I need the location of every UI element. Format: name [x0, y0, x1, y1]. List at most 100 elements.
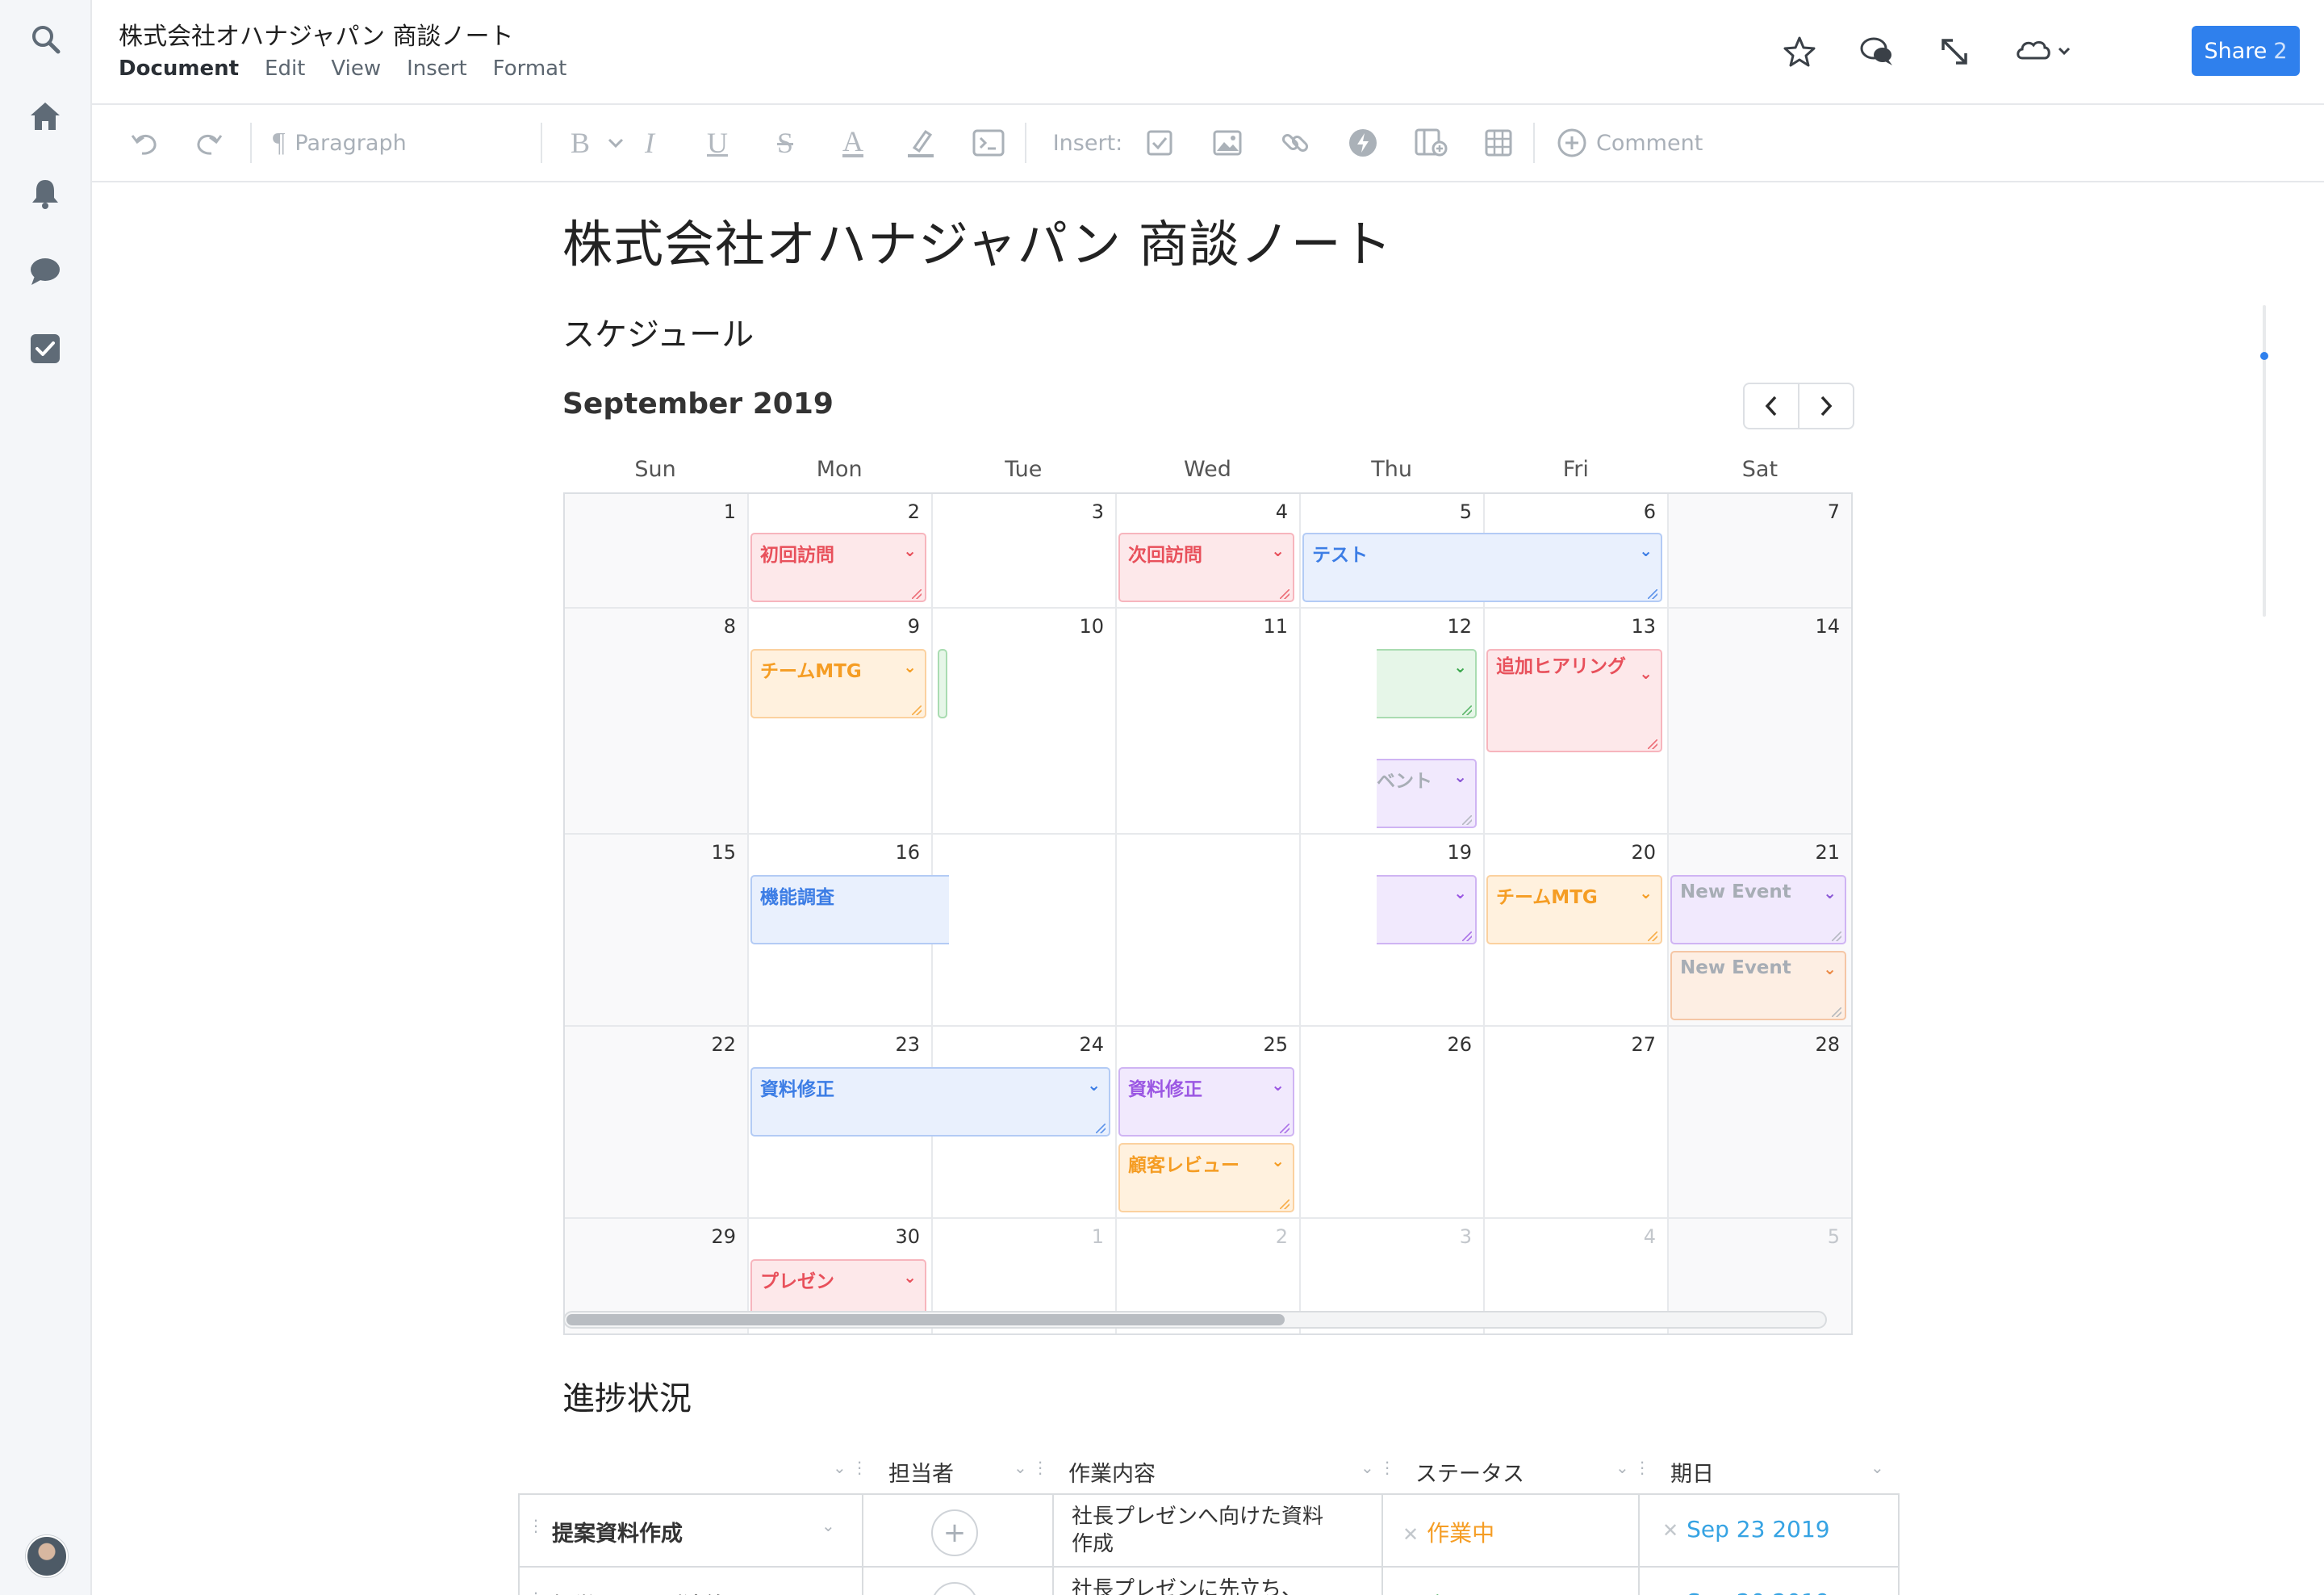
chevron-down-icon[interactable]: ⌄	[1453, 657, 1467, 676]
resize-handle[interactable]	[1462, 815, 1472, 825]
redo-icon[interactable]	[189, 123, 229, 163]
row-title[interactable]: 経営層へのご連絡	[552, 1589, 726, 1595]
calendar-day-cell[interactable]: 22	[565, 1027, 749, 1219]
calendar-event[interactable]: チームMTG ⌄	[1486, 875, 1662, 944]
calendar-event[interactable]: 追加ヒアリング ⌄	[1486, 649, 1662, 752]
star-icon[interactable]	[1777, 29, 1822, 74]
task-description[interactable]: 社長プレゼンに先立ち、	[1072, 1576, 1338, 1595]
menu-document[interactable]: Document	[119, 57, 239, 81]
search-icon[interactable]	[24, 18, 66, 60]
underline-button[interactable]: U	[697, 123, 738, 163]
calendar-day-cell[interactable]: 7	[1669, 494, 1851, 609]
menu-view[interactable]: View	[331, 57, 381, 81]
column-menu-icon[interactable]: ⌄ ⋮	[833, 1458, 867, 1477]
resize-handle[interactable]	[1280, 1199, 1289, 1209]
chevron-down-icon[interactable]: ⌄	[1271, 1151, 1285, 1170]
insert-checkbox-icon[interactable]	[1139, 123, 1180, 163]
calendar-day-cell[interactable]	[1117, 835, 1301, 1027]
text-color-button[interactable]: A	[833, 123, 873, 163]
insert-table-icon[interactable]	[1478, 123, 1519, 163]
resize-handle[interactable]	[1462, 705, 1472, 715]
due-date-cell[interactable]: ✕ Sep 23 2019	[1662, 1516, 1830, 1543]
cloud-menu-icon[interactable]	[2013, 29, 2077, 74]
task-description[interactable]: 社長プレゼンへ向けた資料作成	[1072, 1503, 1338, 1558]
calendar-horizontal-scrollbar[interactable]	[563, 1311, 1827, 1329]
column-header[interactable]: 担当者	[888, 1456, 954, 1488]
calendar-day-cell[interactable]: 3	[933, 494, 1117, 609]
chevron-down-icon[interactable]: ⌄	[1271, 1075, 1285, 1095]
insert-image-icon[interactable]	[1207, 123, 1248, 163]
calendar-event[interactable]: チームMTG ⌄	[750, 649, 926, 718]
add-assignee-button[interactable]: +	[931, 1509, 978, 1556]
document-title[interactable]: 株式会社オハナジャパン 商談ノート	[119, 16, 514, 52]
calendar-day-cell[interactable]: 9	[749, 609, 933, 835]
calendar-event[interactable]: ベント ⌄	[1377, 759, 1477, 828]
calendar-day-cell[interactable]: 1	[565, 494, 749, 609]
calendar-day-cell[interactable]: 8	[565, 609, 749, 835]
chevron-down-icon[interactable]: ⌄	[1639, 541, 1653, 560]
next-month-button[interactable]	[1798, 384, 1853, 428]
chat-icon[interactable]	[24, 250, 66, 292]
expand-icon[interactable]	[1932, 29, 1977, 74]
resize-handle[interactable]	[1648, 931, 1657, 941]
chevron-down-icon[interactable]: ⌄	[903, 657, 917, 676]
calendar-day-cell[interactable]: 27	[1485, 1027, 1669, 1219]
section-heading-schedule[interactable]: スケジュール	[562, 308, 754, 355]
menu-edit[interactable]: Edit	[265, 57, 305, 81]
code-block-button[interactable]	[968, 123, 1009, 163]
calendar-event[interactable]: テスト ⌄	[1302, 533, 1662, 602]
clear-icon[interactable]: ✕	[1402, 1523, 1419, 1546]
resize-handle[interactable]	[1832, 1007, 1841, 1017]
resize-handle[interactable]	[912, 705, 922, 715]
share-button[interactable]: Share 2	[2192, 26, 2300, 76]
row-drag-handle-icon[interactable]: ⋮	[528, 1516, 544, 1535]
calendar-day-cell[interactable]: 26	[1301, 1027, 1485, 1219]
calendar-day-cell[interactable]: 15	[565, 835, 749, 1027]
column-header[interactable]: ステータス	[1415, 1456, 1524, 1488]
menu-format[interactable]: Format	[493, 57, 567, 81]
resize-handle[interactable]	[1648, 589, 1657, 599]
resize-handle[interactable]	[1280, 1124, 1289, 1133]
column-menu-icon[interactable]: ⌄ ⋮	[1616, 1458, 1650, 1477]
calendar-day-cell[interactable]: 11	[1117, 609, 1301, 835]
chevron-down-icon[interactable]: ⌄	[821, 1516, 835, 1535]
page-title[interactable]: 株式会社オハナジャパン 商談ノート	[562, 203, 1393, 276]
calendar-event[interactable]: New Event ⌄	[1670, 951, 1846, 1020]
column-menu-icon[interactable]: ⌄	[1870, 1458, 1884, 1477]
resize-handle[interactable]	[912, 589, 922, 599]
column-menu-icon[interactable]: ⌄ ⋮	[1014, 1458, 1048, 1477]
strikethrough-button[interactable]: S	[765, 123, 805, 163]
row-title[interactable]: 提案資料作成	[552, 1516, 683, 1547]
bold-button[interactable]: B	[560, 123, 600, 163]
prev-month-button[interactable]	[1745, 384, 1798, 428]
calendar-event[interactable]: 資料修正 ⌄	[750, 1067, 1110, 1137]
table-row[interactable]: ⋮ 経営層へのご連絡 + 社長プレゼンに先立ち、 ✕完了 ✕ Sep 20 201…	[520, 1568, 1898, 1595]
italic-button[interactable]: I	[629, 123, 670, 163]
calendar-event[interactable]: 機能調査	[750, 875, 949, 944]
chevron-down-icon[interactable]: ⌄	[903, 541, 917, 560]
bell-icon[interactable]	[24, 173, 66, 215]
avatar[interactable]	[26, 1535, 68, 1577]
calendar-event[interactable]: 初回訪問 ⌄	[750, 533, 926, 602]
checkbox-icon[interactable]	[24, 328, 66, 370]
calendar-day-cell[interactable]: 14	[1669, 609, 1851, 835]
calendar-event[interactable]: 次回訪問 ⌄	[1118, 533, 1294, 602]
resize-handle[interactable]	[1832, 931, 1841, 941]
section-heading-progress[interactable]: 進捗状況	[562, 1372, 692, 1419]
clear-icon[interactable]: ✕	[1662, 1592, 1678, 1595]
chevron-down-icon[interactable]: ⌄	[1823, 883, 1837, 902]
row-drag-handle-icon[interactable]: ⋮	[528, 1589, 544, 1595]
calendar-event[interactable]: ⌄	[1377, 649, 1477, 718]
chevron-down-icon[interactable]: ⌄	[1639, 657, 1653, 689]
chevron-down-icon[interactable]: ⌄	[1271, 541, 1285, 560]
menu-insert[interactable]: Insert	[407, 57, 467, 81]
resize-handle[interactable]	[1648, 739, 1657, 749]
scrollbar-thumb[interactable]	[566, 1314, 1285, 1325]
chevron-down-icon[interactable]: ⌄	[1639, 883, 1653, 902]
insert-link-icon[interactable]	[1275, 123, 1315, 163]
chevron-down-icon[interactable]: ⌄	[1087, 1075, 1101, 1095]
calendar-day-cell[interactable]: 10	[933, 609, 1117, 835]
chevron-down-icon[interactable]: ⌄	[1453, 767, 1467, 786]
insert-data-icon[interactable]	[1411, 123, 1451, 163]
calendar-day-cell[interactable]: 28	[1669, 1027, 1851, 1219]
